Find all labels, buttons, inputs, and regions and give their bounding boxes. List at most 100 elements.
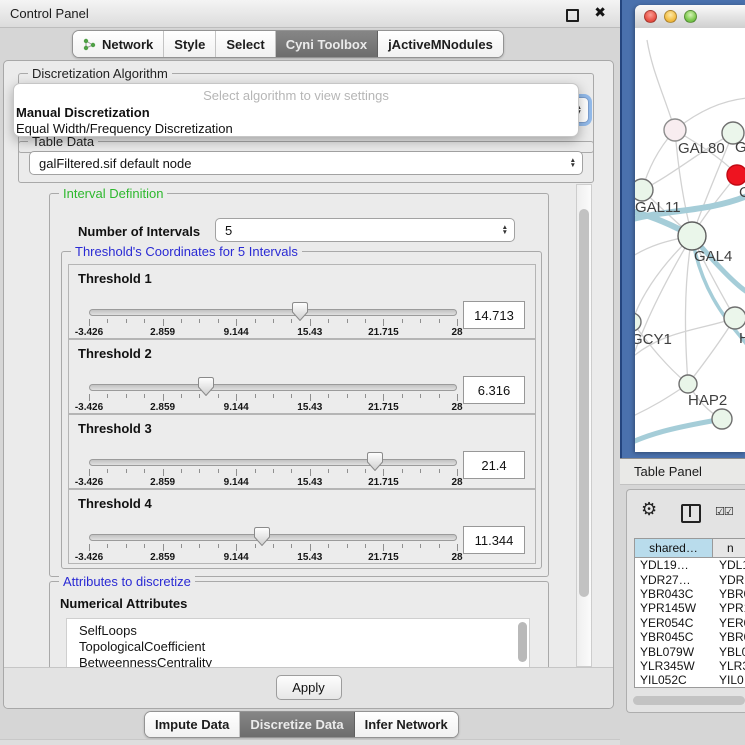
attribute-item-selfloops[interactable]: SelfLoops xyxy=(67,623,529,639)
tick-mark xyxy=(255,469,256,473)
slider-track[interactable] xyxy=(89,534,457,541)
number-of-intervals-select[interactable]: 5 ▲▼ xyxy=(215,218,515,242)
column-header-shared-name[interactable]: shared… xyxy=(635,539,713,557)
network-node[interactable] xyxy=(678,222,706,250)
table-data-select[interactable]: galFiltered.sif default node ▲▼ xyxy=(29,151,583,175)
network-window-titlebar xyxy=(635,5,745,29)
threshold-value-field[interactable]: 6.316 xyxy=(463,376,525,404)
tick-mark xyxy=(236,469,237,476)
columns-icon[interactable] xyxy=(681,504,701,523)
zoom-traffic-light-icon[interactable] xyxy=(684,10,697,23)
tick-mark xyxy=(218,469,219,473)
tick-mark xyxy=(328,319,329,323)
cell-name: YDR2 xyxy=(713,573,745,587)
apply-button[interactable]: Apply xyxy=(276,675,342,700)
table-row[interactable]: YBR043CYBR0 xyxy=(635,587,745,601)
threshold-value-field[interactable]: 21.4 xyxy=(463,451,525,479)
threshold-label: Threshold 4 xyxy=(78,496,152,511)
threshold-slider[interactable]: -3.4262.8599.14415.4321.71528 xyxy=(89,451,457,488)
tick-mark xyxy=(310,394,311,401)
network-node[interactable] xyxy=(712,409,732,429)
algorithm-option-manual-discretization[interactable]: Manual Discretization xyxy=(14,105,578,121)
tab-discretize-data[interactable]: Discretize Data xyxy=(240,712,354,737)
tab-jactivemnodules[interactable]: jActiveMNodules xyxy=(378,31,503,57)
checkbox-pair-icon[interactable]: ☑☑ xyxy=(715,505,733,518)
table-row[interactable]: YIL052CYIL0 xyxy=(635,673,745,687)
tick-mark xyxy=(89,544,90,551)
attribute-item-topologicalcoefficient[interactable]: TopologicalCoefficient xyxy=(67,639,529,655)
slider-track[interactable] xyxy=(89,309,457,316)
threshold-value-field[interactable]: 14.713 xyxy=(463,301,525,329)
tab-label: Discretize Data xyxy=(250,717,343,732)
cell-shared-name: YIL052C xyxy=(635,673,713,687)
threshold-value-field[interactable]: 11.344 xyxy=(463,526,525,554)
threshold-panel-1: Threshold 1-3.4262.8599.14415.4321.71528… xyxy=(68,264,536,339)
tab-impute-data[interactable]: Impute Data xyxy=(145,712,240,737)
tick-mark xyxy=(365,394,366,398)
table-row[interactable]: YPR145WYPR1 xyxy=(635,601,745,615)
tick-mark xyxy=(310,469,311,476)
tick-mark xyxy=(420,469,421,473)
table-panel-titlebar: Table Panel xyxy=(620,458,745,485)
settings-scroll-area: Interval Definition Number of Intervals … xyxy=(42,184,576,667)
network-view-window: GAL80GACGAL11GAL4GCY1HHAP2 xyxy=(620,0,745,458)
threshold-slider[interactable]: -3.4262.8599.14415.4321.71528 xyxy=(89,376,457,413)
algorithm-option-equal-width-frequency[interactable]: Equal Width/Frequency Discretization xyxy=(14,121,578,137)
number-of-intervals-value: 5 xyxy=(225,223,232,238)
tick-mark xyxy=(420,319,421,323)
tick-mark xyxy=(218,319,219,323)
list-scrollbar-thumb[interactable] xyxy=(518,622,527,662)
network-canvas[interactable]: GAL80GACGAL11GAL4GCY1HHAP2 xyxy=(635,28,745,452)
close-icon[interactable]: ✖ xyxy=(594,4,606,21)
tick-mark xyxy=(328,469,329,473)
network-node[interactable] xyxy=(724,307,745,329)
table-row[interactable]: YDL19…YDL1 xyxy=(635,558,745,572)
tab-select[interactable]: Select xyxy=(216,31,275,57)
attribute-item-betweennesscentrality[interactable]: BetweennessCentrality xyxy=(67,655,529,667)
network-node[interactable] xyxy=(679,375,697,393)
slider-track[interactable] xyxy=(89,384,457,391)
slider-track[interactable] xyxy=(89,459,457,466)
threshold-panel-4: Threshold 4 -3.4262.8599.14415.4321.71528… xyxy=(68,489,536,564)
gear-icon[interactable]: ⚙ xyxy=(641,499,657,520)
network-node[interactable] xyxy=(664,119,686,141)
tick-mark xyxy=(310,544,311,551)
table-row[interactable]: YBL079WYBL0 xyxy=(635,644,745,658)
tick-mark xyxy=(236,544,237,551)
tick-mark xyxy=(181,319,182,323)
tab-infer-network[interactable]: Infer Network xyxy=(355,712,458,737)
tab-style[interactable]: Style xyxy=(164,31,216,57)
threshold-slider[interactable]: -3.4262.8599.14415.4321.71528 xyxy=(89,526,457,563)
table-row[interactable]: YLR345WYLR3 xyxy=(635,659,745,673)
column-header-name[interactable]: n xyxy=(713,539,745,557)
tick-mark xyxy=(181,469,182,473)
settings-scrollbar[interactable] xyxy=(576,184,592,667)
network-node[interactable] xyxy=(635,179,653,201)
network-tab-icon xyxy=(83,38,97,51)
tick-mark xyxy=(420,544,421,548)
tab-cyni-toolbox[interactable]: Cyni Toolbox xyxy=(276,31,378,57)
network-node[interactable] xyxy=(727,165,745,185)
control-panel-titlebar: Control Panel ✖ xyxy=(0,0,620,28)
cell-name: YBR0 xyxy=(713,587,745,601)
tick-mark xyxy=(199,394,200,398)
table-row[interactable]: YDR27…YDR2 xyxy=(635,572,745,586)
table-row[interactable]: YER054CYER0 xyxy=(635,616,745,630)
control-panel-tabbar: NetworkStyleSelectCyni ToolboxjActiveMNo… xyxy=(72,30,504,58)
settings-scrollbar-thumb[interactable] xyxy=(579,209,589,597)
tick-mark xyxy=(439,469,440,473)
threshold-slider[interactable]: -3.4262.8599.14415.4321.71528 xyxy=(89,301,457,338)
network-node[interactable] xyxy=(635,313,641,331)
tick-label: 15.43 xyxy=(297,327,322,338)
cell-shared-name: YPR145W xyxy=(635,601,713,615)
float-window-icon[interactable] xyxy=(566,9,579,22)
tab-network[interactable]: Network xyxy=(73,31,164,57)
table-hscrollbar-thumb[interactable] xyxy=(633,696,745,705)
tick-mark xyxy=(255,319,256,323)
minimize-traffic-light-icon[interactable] xyxy=(664,10,677,23)
apply-row: Apply xyxy=(4,667,613,708)
tick-mark xyxy=(199,544,200,548)
close-traffic-light-icon[interactable] xyxy=(644,10,657,23)
table-row[interactable]: YBR045CYBR0 xyxy=(635,630,745,644)
tick-mark xyxy=(126,394,127,398)
